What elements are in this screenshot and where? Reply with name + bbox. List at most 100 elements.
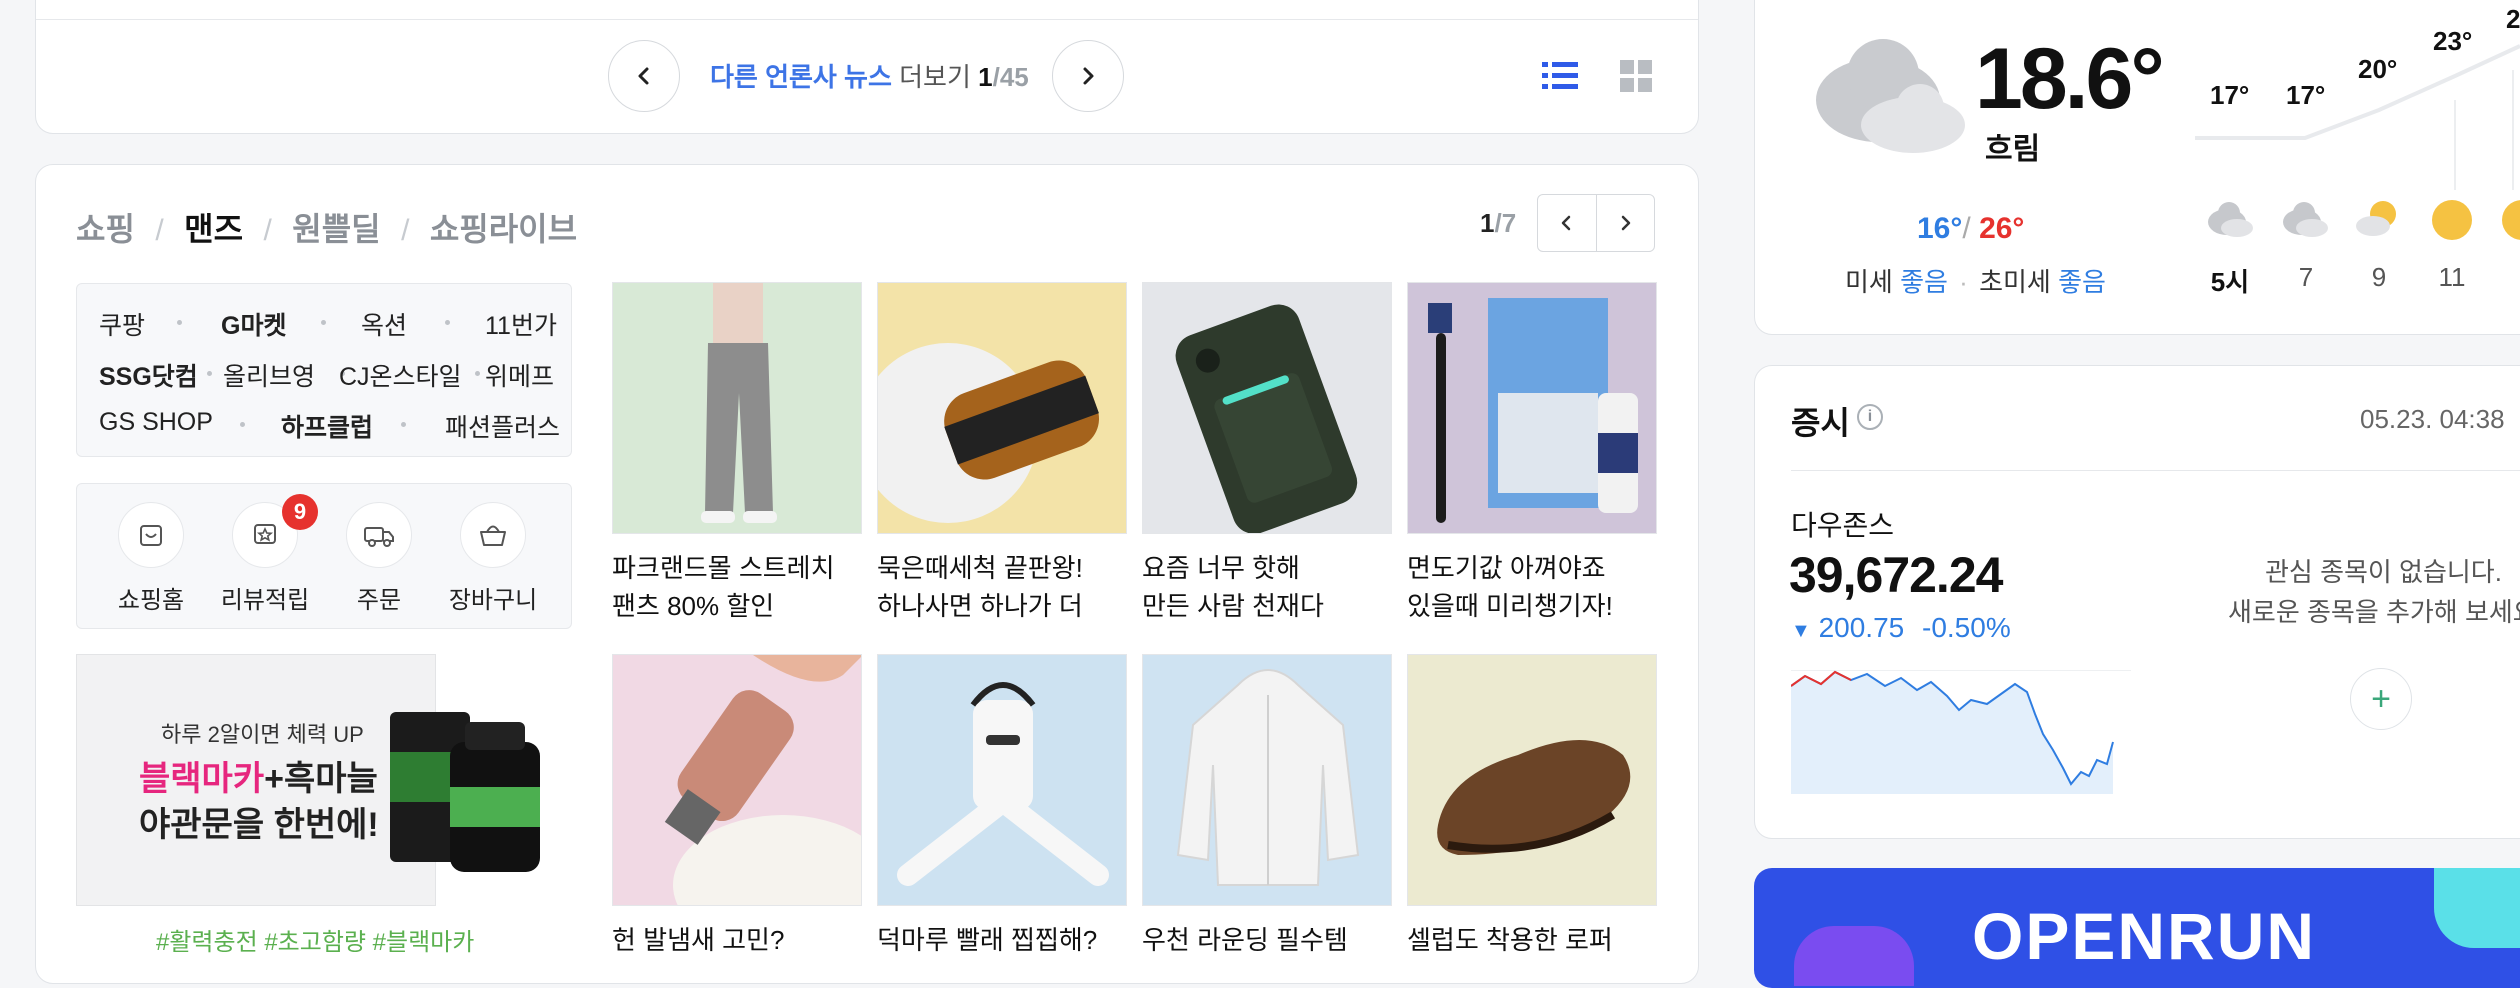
promo-text: OPENRUN <box>1972 899 2317 973</box>
shopping-next-button[interactable] <box>1597 195 1655 251</box>
shopping-prev-button[interactable] <box>1538 195 1597 251</box>
divider <box>36 19 1698 20</box>
index-sparkline <box>1791 670 2131 794</box>
product-image[interactable] <box>612 282 862 534</box>
news-prev-button[interactable] <box>608 40 680 112</box>
more-link-text[interactable]: 다른 언론사 뉴스 <box>710 62 892 92</box>
news-next-button[interactable] <box>1052 40 1124 112</box>
shopping-quick-menu: 9 쇼핑홈 리뷰적립 주문 장바구니 <box>76 483 572 629</box>
review-badge-count: 9 <box>293 499 307 524</box>
mall-link[interactable]: CJ온스타일 <box>339 357 462 393</box>
index-name[interactable]: 다우존스 <box>1791 504 1894 544</box>
tab-one-plus-deal[interactable]: 원쁠딜 <box>292 211 380 247</box>
product-title-line1[interactable]: 파크랜드몰 스트레치 <box>612 553 835 583</box>
ultra-dust-label: 초미세 <box>1979 267 2051 297</box>
review-count-badge: 9 <box>282 494 318 530</box>
mall-link[interactable]: SSG닷컴 <box>99 357 198 393</box>
mall-link[interactable]: 패션플러스 <box>445 408 560 444</box>
review-star-icon <box>254 524 276 544</box>
clothes-dryer-image <box>897 682 1109 886</box>
product-title-line1[interactable]: 요즘 너무 핫해 <box>1142 553 1300 583</box>
product-title[interactable]: 셀럽도 착용한 로퍼 <box>1407 921 1613 959</box>
tab-separator: / <box>155 214 164 247</box>
mall-link[interactable]: 위메프 <box>485 357 554 393</box>
grid-view-button[interactable] <box>1620 60 1652 97</box>
cloud-icon <box>2280 198 2330 243</box>
product-title[interactable]: 파크랜드몰 스트레치팬츠 80% 할인 <box>612 549 835 625</box>
product-image[interactable] <box>1407 282 1657 534</box>
product-title-line1[interactable]: 묵은때세척 끝판왕! <box>877 553 1083 583</box>
watchlist-empty-line1: 관심 종목이 없습니다. <box>2265 557 2502 587</box>
mall-link[interactable]: G마켓 <box>221 306 286 342</box>
change-percent: -0.50% <box>1922 612 2011 643</box>
mall-dot <box>475 371 480 376</box>
product-title[interactable]: 덕마루 빨래 찝찝해? <box>877 921 1097 959</box>
hourly-temp: 2 <box>2506 4 2520 34</box>
stock-title: 증시 <box>1791 405 1850 441</box>
mall-link[interactable]: 올리브영 <box>223 357 315 393</box>
fine-dust-label: 미세 <box>1845 267 1893 297</box>
chevron-right-icon <box>1622 215 1631 231</box>
hour-label: 9 <box>2371 262 2387 292</box>
product-title[interactable]: 묵은때세척 끝판왕! 하나사면 하나가 더 <box>877 549 1083 625</box>
product-title-line2[interactable]: 있을때 미리챙기자! <box>1407 591 1613 621</box>
hour-label: 5시 <box>2210 267 2250 297</box>
list-view-button[interactable] <box>1542 60 1578 97</box>
info-icon[interactable]: i <box>1857 404 1883 430</box>
mall-link[interactable]: 11번가 <box>485 306 557 342</box>
cart-button[interactable] <box>460 502 526 568</box>
product-title[interactable]: 요즘 너무 핫해만든 사람 천재다 <box>1142 549 1324 625</box>
add-stock-button[interactable]: + <box>2350 668 2412 730</box>
quick-label[interactable]: 쇼핑홈 <box>91 580 211 615</box>
shopping-home-button[interactable] <box>118 502 184 568</box>
temp-slash: / <box>1962 212 1971 245</box>
basket-icon <box>480 525 506 546</box>
shopping-pager <box>1537 194 1655 252</box>
ad-hashtags[interactable]: #활력충전 #초고함량 #블랙마카 <box>156 922 474 957</box>
mall-link[interactable]: 옥션 <box>361 306 407 342</box>
product-title[interactable]: 헌 발냄새 고민? <box>612 921 784 959</box>
cloud-icon <box>1808 30 1968 165</box>
mall-link[interactable]: 하프클럽 <box>281 408 373 444</box>
tab-mens[interactable]: 맨즈 <box>184 211 243 247</box>
product-image[interactable] <box>877 282 1127 534</box>
product-image[interactable] <box>612 654 862 906</box>
product-title-line1[interactable]: 면도기값 아껴야죠 <box>1407 553 1606 583</box>
partly-sunny-icon <box>2353 198 2403 243</box>
tab-shopping[interactable]: 쇼핑 <box>76 211 135 247</box>
chevron-right-icon <box>1083 67 1094 85</box>
shopping-bag-home-icon <box>140 525 162 546</box>
product-title-line2[interactable]: 하나사면 하나가 더 <box>877 591 1083 621</box>
product-image[interactable] <box>1142 282 1392 534</box>
mall-dot <box>321 320 326 325</box>
quick-label[interactable]: 리뷰적립 <box>205 580 325 615</box>
mall-link[interactable]: 쿠팡 <box>99 306 145 342</box>
ad-line2-highlight: 블랙마카 <box>139 760 265 798</box>
product-title-line2[interactable]: 팬츠 80% 할인 <box>612 591 774 621</box>
promo-banner[interactable]: OPENRUN <box>1754 868 2520 988</box>
weather-condition: 흐림 <box>1985 133 2041 166</box>
change-amount: 200.75 <box>1818 612 1905 643</box>
list-view-icon <box>1542 62 1578 89</box>
cleaner-bottle-image <box>878 343 1100 523</box>
mall-list: 쿠팡 G마켓 옥션 11번가 SSG닷컴 올리브영 CJ온스타일 위메프 GS … <box>76 283 572 457</box>
product-image[interactable] <box>1142 654 1392 906</box>
quick-label[interactable]: 주문 <box>319 580 439 615</box>
tab-shopping-live[interactable]: 쇼핑라이브 <box>430 211 577 247</box>
product-title-line2[interactable]: 만든 사람 천재다 <box>1142 591 1324 621</box>
product-title[interactable]: 면도기값 아껴야죠있을때 미리챙기자! <box>1407 549 1613 625</box>
product-image[interactable] <box>877 654 1127 906</box>
truck-icon <box>364 527 394 547</box>
mall-dot <box>401 422 406 427</box>
quick-label[interactable]: 장바구니 <box>433 580 553 615</box>
news-more-link[interactable]: 다른 언론사 뉴스 더보기 1/45 <box>710 57 1029 94</box>
shopping-page-total: /7 <box>1494 208 1517 238</box>
shopping-tabs: 쇼핑 / 맨즈 / 원쁠딜 / 쇼핑라이브 <box>76 204 577 250</box>
product-image[interactable] <box>1407 654 1657 906</box>
product-title[interactable]: 우천 라운딩 필수템 <box>1142 921 1348 959</box>
shopping-page-indicator: 1/7 <box>1480 208 1516 239</box>
tab-separator: / <box>263 214 272 247</box>
order-button[interactable] <box>346 502 412 568</box>
mall-link[interactable]: GS SHOP <box>99 408 213 437</box>
hour-label: 11 <box>2438 262 2466 292</box>
